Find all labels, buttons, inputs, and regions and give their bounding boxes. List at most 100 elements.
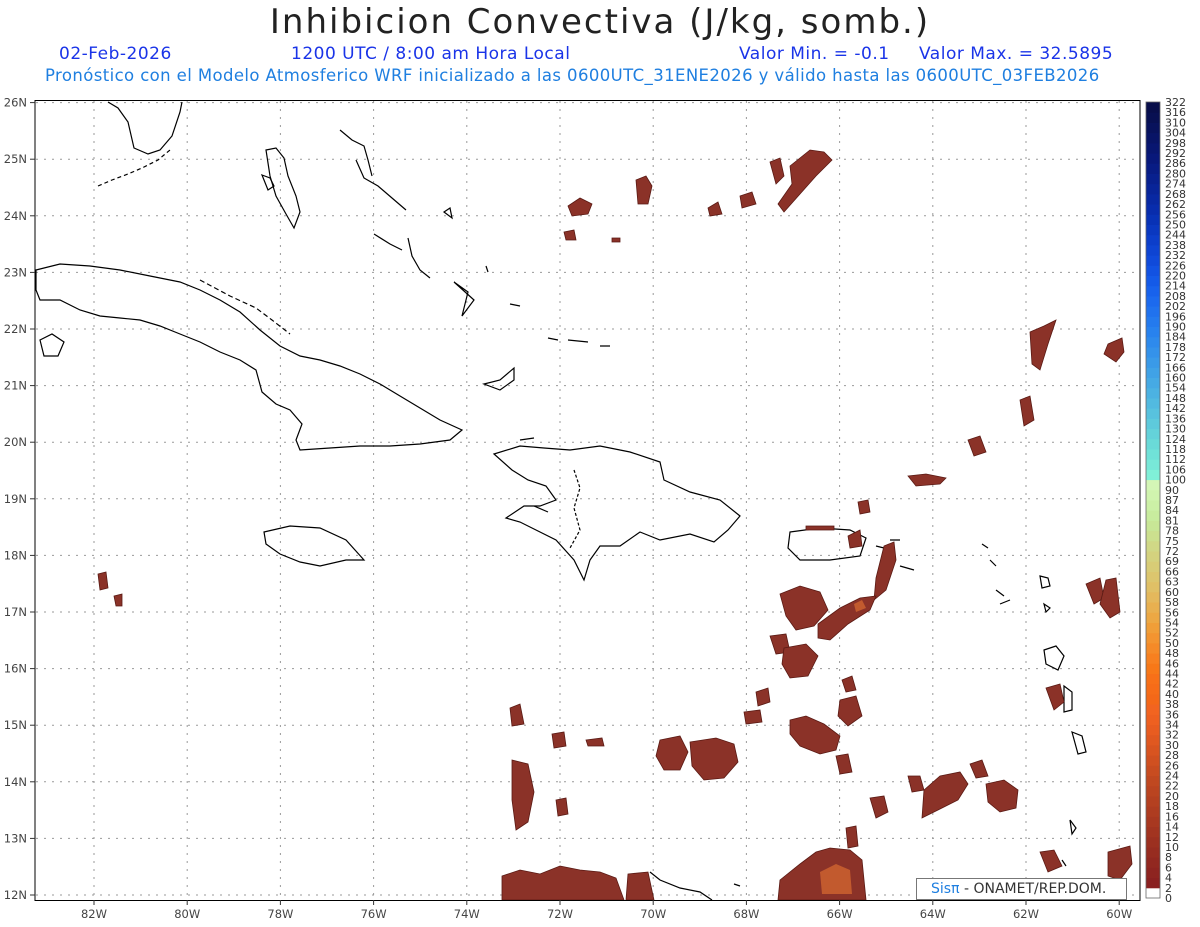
- cin-area: [1103, 337, 1125, 363]
- cin-area: [97, 571, 109, 591]
- colorbar-swatch: [1146, 336, 1160, 348]
- eleuthera: [339, 129, 373, 177]
- lon-tick-label: 72W: [547, 907, 573, 921]
- colorbar-swatch: [1146, 377, 1160, 389]
- cin-shaded-areas: [97, 149, 1133, 901]
- bahamas-islet: [260, 173, 275, 191]
- sispi-logo: Sisπ: [931, 881, 960, 897]
- colorbar-swatch: [1146, 408, 1160, 419]
- lon-tick-label: 70W: [640, 907, 666, 921]
- colorbar-swatch: [1146, 438, 1160, 450]
- colorbar-swatch: [1146, 265, 1160, 276]
- bahamas-dot2: [509, 303, 521, 307]
- colorbar-label: 322: [1165, 96, 1186, 109]
- colorbar-swatch: [1146, 673, 1160, 685]
- colorbar-swatch: [1146, 367, 1160, 379]
- colorbar-swatch: [1146, 418, 1160, 430]
- colorbar-swatch: [1146, 479, 1160, 491]
- lat-tick-label: 17N: [4, 605, 27, 619]
- cin-area: [707, 201, 723, 217]
- colorbar-swatch: [1146, 102, 1160, 113]
- colorbar-swatch: [1146, 561, 1160, 572]
- cin-area: [907, 775, 925, 793]
- cin-area: [845, 825, 859, 849]
- colorbar-swatch: [1146, 887, 1160, 899]
- colorbar-swatch: [1146, 765, 1160, 777]
- martinique: [1071, 730, 1087, 755]
- lat-tick-label: 16N: [4, 662, 27, 676]
- cin-area: [755, 687, 771, 707]
- cin-area: [113, 593, 123, 607]
- cin-area: [769, 157, 785, 185]
- cin-area: [873, 541, 897, 601]
- great-inagua: [481, 366, 515, 391]
- cin-area: [841, 675, 857, 693]
- florida-keys: [97, 149, 171, 187]
- colorbar-swatch: [1146, 530, 1160, 542]
- colorbar-swatch: [1146, 571, 1160, 583]
- acklins: [453, 281, 475, 317]
- colorbar-swatch: [1146, 775, 1160, 787]
- colorbar-swatch: [1146, 816, 1160, 828]
- dominica: [1063, 684, 1073, 713]
- colorbar-swatch: [1146, 132, 1160, 144]
- colorbar-swatch: [1146, 183, 1160, 195]
- lat-tick-label: 22N: [4, 322, 27, 336]
- colorbar-swatch: [1146, 326, 1160, 338]
- cin-area: [501, 865, 625, 901]
- colorbar-swatch: [1146, 520, 1160, 532]
- isla-juventud: [39, 333, 65, 357]
- colorbar-swatch: [1146, 704, 1160, 715]
- bonaire: [733, 883, 741, 887]
- cin-area: [837, 695, 863, 727]
- lat-tick-label: 14N: [4, 775, 27, 789]
- montserrat: [1043, 602, 1051, 614]
- cin-area: [1107, 845, 1133, 881]
- lat-tick-label: 23N: [4, 265, 27, 279]
- lat-tick-label: 15N: [4, 718, 27, 732]
- colorbar-swatch: [1146, 785, 1160, 797]
- colorbar-swatch: [1146, 795, 1160, 807]
- cin-area: [1019, 395, 1035, 427]
- lat-tick-label: 25N: [4, 152, 27, 166]
- colorbar-swatch: [1146, 459, 1160, 470]
- tortuga: [519, 437, 535, 441]
- colorbar-swatch: [1146, 642, 1160, 654]
- cin-area: [625, 871, 655, 901]
- colorbar-swatch: [1146, 295, 1160, 307]
- colorbar: 0246810121416182022242628303234363840424…: [1145, 96, 1186, 905]
- grenadines: [1061, 859, 1067, 867]
- cin-area: [921, 771, 969, 819]
- cin-area: [835, 753, 853, 775]
- colorbar-swatch: [1146, 234, 1160, 246]
- colorbar-swatch: [1146, 285, 1160, 297]
- lat-tick-label: 20N: [4, 435, 27, 449]
- cin-area: [857, 499, 871, 515]
- colorbar-swatch: [1146, 214, 1160, 225]
- colorbar-swatch: [1146, 153, 1160, 164]
- lon-tick-label: 76W: [361, 907, 387, 921]
- cin-area: [969, 759, 989, 779]
- colorbar-swatch: [1146, 581, 1160, 593]
- colorbar-swatch: [1146, 397, 1160, 409]
- cin-area: [611, 237, 621, 243]
- cin-area: [777, 149, 833, 213]
- bahamas-dot: [485, 265, 489, 273]
- cuba-coast: [35, 263, 464, 451]
- cin-area: [567, 197, 593, 217]
- cin-area: [985, 779, 1019, 813]
- turks-caicos: [547, 337, 610, 347]
- colorbar-swatch: [1146, 173, 1160, 185]
- colorbar-swatch: [1146, 306, 1160, 317]
- cin-area: [689, 737, 739, 781]
- antigua: [1039, 575, 1051, 589]
- cin-area: [1039, 849, 1063, 873]
- colorbar-swatch: [1146, 489, 1160, 501]
- lat-tick-label: 12N: [4, 888, 27, 902]
- cin-area: [585, 737, 605, 747]
- cat-island: [442, 207, 453, 220]
- axes: 82W 80W 78W 76W 74W 72W 70W 68W 66W 64W 62W 60W 12N 1…: [4, 96, 1132, 921]
- lon-tick-label: 82W: [81, 907, 107, 921]
- lat-tick-label: 19N: [4, 492, 27, 506]
- colorbar-swatch: [1146, 806, 1160, 817]
